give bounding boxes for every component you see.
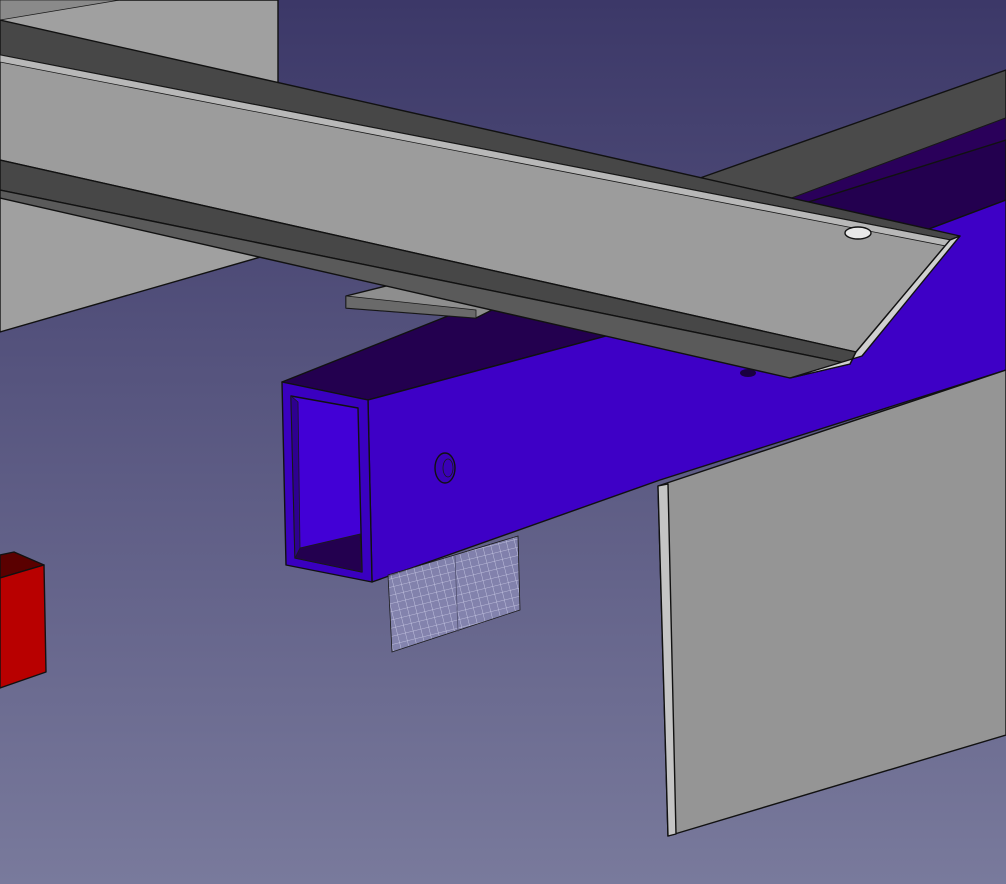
3d-scene[interactable] bbox=[0, 0, 1006, 884]
red-block[interactable] bbox=[0, 551, 47, 689]
3d-viewport[interactable] bbox=[0, 0, 1006, 884]
tube-bolt-hole bbox=[434, 452, 456, 484]
rail-bolt-hole bbox=[844, 226, 872, 240]
